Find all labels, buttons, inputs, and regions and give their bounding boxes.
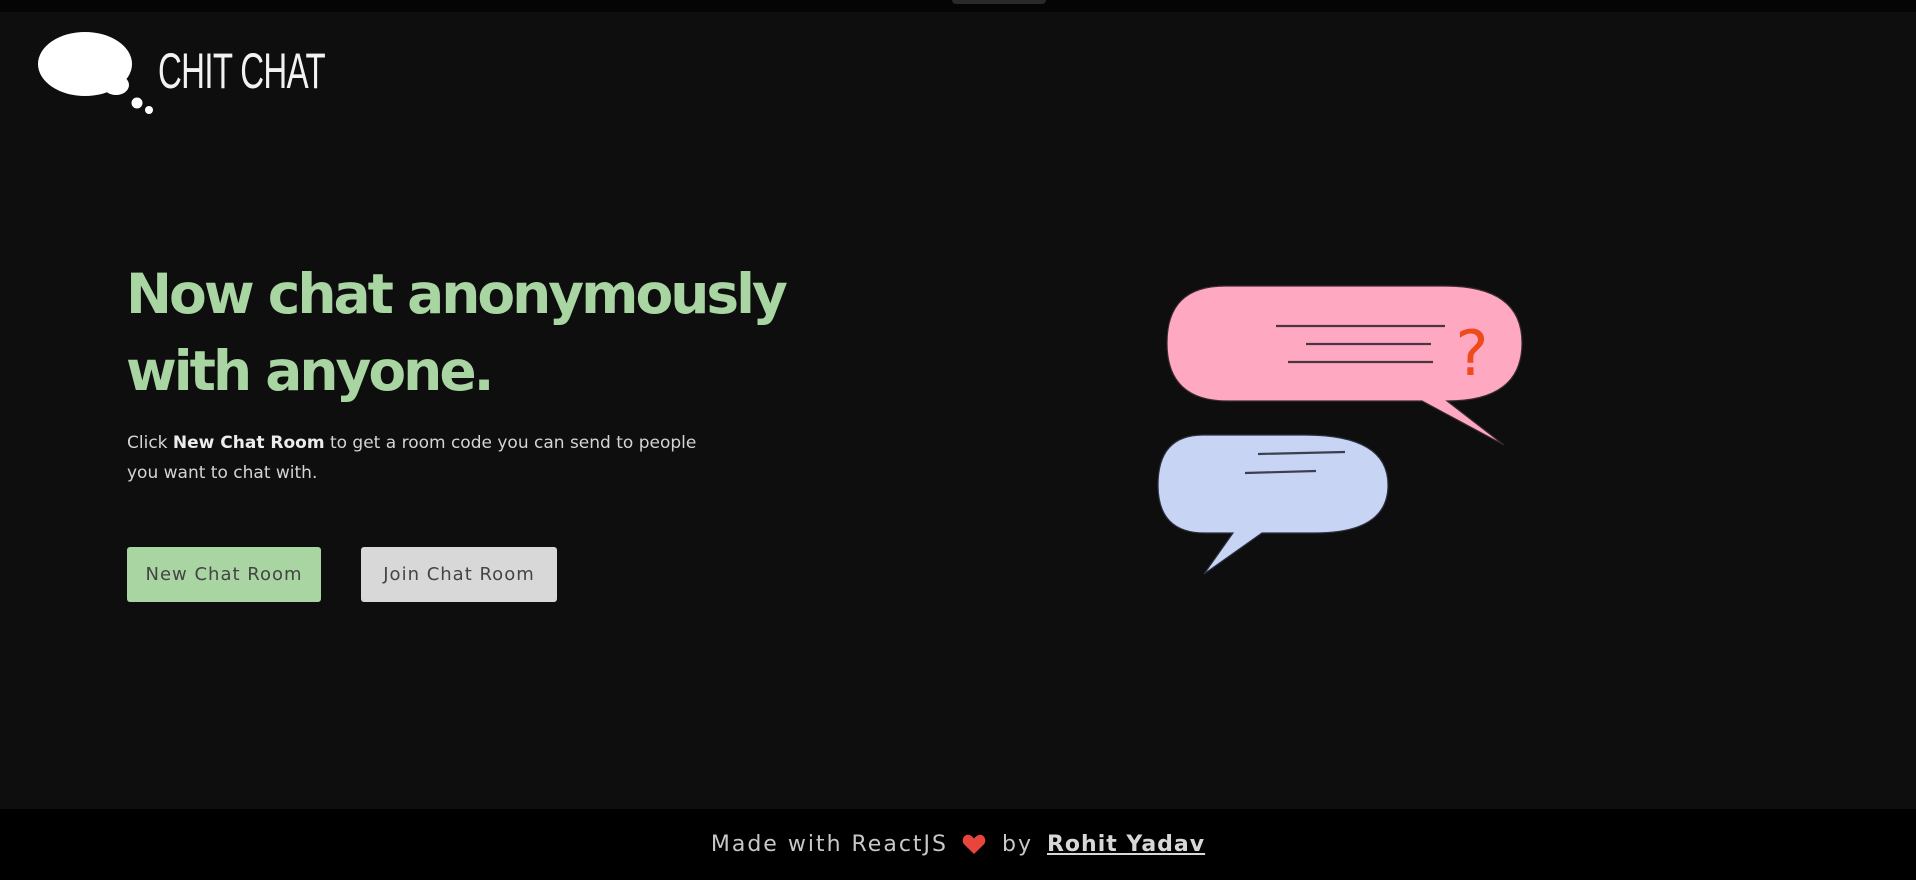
top-bar-notch bbox=[952, 0, 1046, 4]
footer-made-with: Made with ReactJS bbox=[710, 832, 948, 857]
chat-bubbles-icon: ? bbox=[1157, 285, 1523, 575]
hero-title: Now chat anonymously with anyone. bbox=[126, 262, 788, 403]
top-bar bbox=[0, 0, 1916, 12]
footer: Made with ReactJS by Rohit Yadav bbox=[0, 809, 1916, 880]
brand-name: CHIT CHAT bbox=[158, 43, 326, 99]
heart-icon bbox=[962, 834, 986, 855]
description-prefix: Click bbox=[127, 433, 173, 453]
new-chat-room-button[interactable]: New Chat Room bbox=[127, 547, 321, 602]
question-mark: ? bbox=[1456, 317, 1489, 390]
blue-speech-bubble bbox=[1157, 434, 1389, 575]
footer-by: by bbox=[1002, 832, 1033, 857]
description-highlight: New Chat Room bbox=[172, 433, 325, 453]
pink-speech-bubble: ? bbox=[1166, 285, 1523, 446]
join-chat-room-button[interactable]: Join Chat Room bbox=[361, 547, 557, 602]
thought-bubble-icon bbox=[38, 32, 153, 114]
hero-description: Click New Chat Room to get a room code y… bbox=[127, 428, 707, 488]
logo-link[interactable]: CHIT CHAT bbox=[38, 30, 326, 116]
author-link[interactable]: Rohit Yadav bbox=[1047, 832, 1205, 857]
